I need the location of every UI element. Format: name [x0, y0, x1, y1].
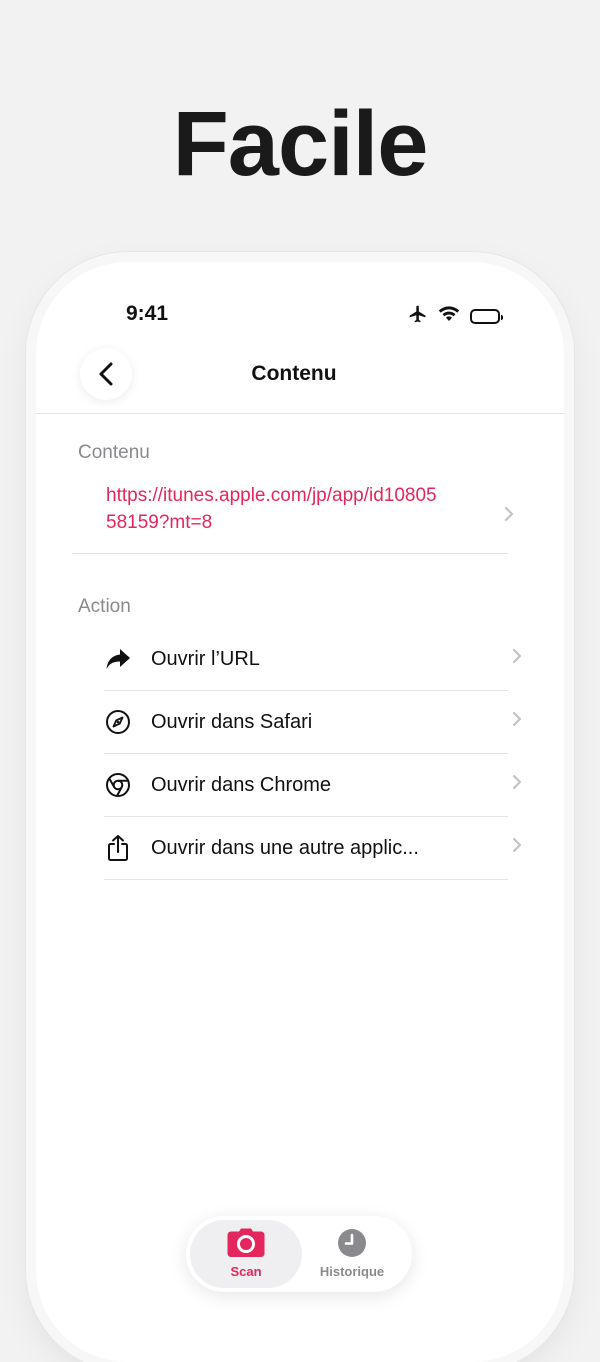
- wifi-icon: [438, 306, 460, 327]
- chrome-icon: [104, 771, 132, 799]
- phone-screen: 9:41 Contenu Contenu https://itunes.appl…: [36, 262, 564, 1362]
- status-icons: [408, 304, 503, 329]
- action-list: Ouvrir l’URL Ouvrir dans Safari Ouvrir d…: [104, 628, 522, 880]
- clock-icon: [338, 1229, 366, 1257]
- action-label: Ouvrir dans Safari: [151, 710, 313, 733]
- content-url-row[interactable]: https://itunes.apple.com/jp/app/id108055…: [72, 474, 514, 554]
- chevron-right-icon: [512, 648, 522, 664]
- status-bar: 9:41: [36, 300, 564, 330]
- status-time: 9:41: [126, 302, 169, 325]
- tab-history[interactable]: Historique: [296, 1220, 408, 1288]
- tab-scan[interactable]: Scan: [190, 1220, 302, 1288]
- action-open-chrome[interactable]: Ouvrir dans Chrome: [104, 754, 522, 817]
- action-label: Ouvrir dans Chrome: [151, 773, 332, 796]
- headline: Facile: [172, 93, 429, 195]
- share-arrow-icon: [104, 645, 132, 673]
- action-open-safari[interactable]: Ouvrir dans Safari: [104, 691, 522, 754]
- share-box-icon: [104, 834, 132, 862]
- battery-icon: [470, 309, 503, 324]
- compass-icon: [104, 708, 132, 736]
- action-open-other-app[interactable]: Ouvrir dans une autre applic...: [104, 817, 522, 880]
- action-label: Ouvrir l’URL: [151, 647, 260, 670]
- tab-label: Historique: [319, 1264, 385, 1279]
- content-url: https://itunes.apple.com/jp/app/id108055…: [106, 485, 437, 533]
- chevron-right-icon: [512, 711, 522, 727]
- tab-bar: Scan Historique: [186, 1216, 412, 1292]
- tab-label: Scan: [230, 1264, 262, 1279]
- action-section-label: Action: [78, 596, 131, 617]
- airplane-icon: [408, 304, 428, 329]
- page-title: Contenu: [251, 362, 337, 385]
- camera-icon: [227, 1228, 265, 1257]
- action-open-url[interactable]: Ouvrir l’URL: [104, 628, 522, 691]
- content-section-label: Contenu: [78, 442, 150, 463]
- action-label: Ouvrir dans une autre applic...: [151, 836, 419, 859]
- nav-bar: Contenu: [36, 342, 564, 414]
- chevron-right-icon: [512, 837, 522, 853]
- chevron-right-icon: [512, 774, 522, 790]
- chevron-right-icon: [504, 506, 514, 522]
